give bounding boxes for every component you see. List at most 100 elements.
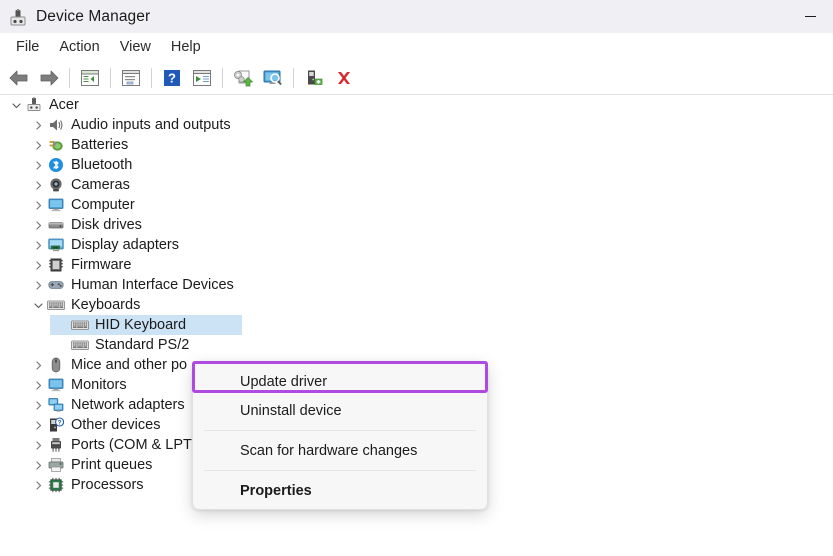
chevron-right-icon[interactable] (30, 140, 46, 150)
keyboard-icon (70, 317, 90, 333)
chevron-right-icon[interactable] (30, 360, 46, 370)
minimize-icon (804, 16, 816, 17)
chevron-down-icon[interactable] (30, 301, 46, 310)
uninstall-device-button[interactable] (329, 65, 359, 91)
chevron-right-icon[interactable] (30, 200, 46, 210)
chevron-right-icon[interactable] (30, 460, 46, 470)
menu-item-file[interactable]: File (6, 36, 49, 58)
tree-row-firmware[interactable]: Firmware (0, 255, 833, 275)
update-driver-button[interactable] (228, 65, 258, 91)
tree-item-label: Keyboards (71, 297, 141, 313)
toolbar-separator-3 (151, 67, 152, 88)
menu-item-action[interactable]: Action (49, 36, 109, 58)
device-manager-icon (8, 8, 28, 28)
disk-drive-icon (46, 217, 66, 233)
title-bar: Device Manager (0, 0, 833, 33)
tree-row-batteries[interactable]: Batteries (0, 135, 833, 155)
tree-row-audio-inputs-and-outputs[interactable]: Audio inputs and outputs (0, 115, 833, 135)
menu-item-view[interactable]: View (110, 36, 161, 58)
keyboard-icon (70, 337, 90, 353)
window-title: Device Manager (36, 7, 151, 25)
tree-row-bluetooth[interactable]: Bluetooth (0, 155, 833, 175)
tree-item-label: Firmware (71, 257, 132, 273)
back-button[interactable] (4, 65, 34, 91)
tree-row-keyboards[interactable]: Keyboards (0, 295, 833, 315)
tree-item-label: Ports (COM & LPT) (71, 437, 197, 453)
tree-item-label: Other devices (71, 417, 161, 433)
menu-bar: File Action View Help (0, 33, 833, 61)
tree-item-label: Mice and other po (71, 357, 188, 373)
tree-row-disk-drives[interactable]: Disk drives (0, 215, 833, 235)
action-menu-button[interactable] (187, 65, 217, 91)
tree-row-standard-ps-2[interactable]: Standard PS/2 (0, 335, 833, 355)
scan-monitor-icon (263, 70, 282, 85)
context-menu-item-scan-for-hardware-changes[interactable]: Scan for hardware changes (193, 436, 487, 465)
toolbar-separator-5 (293, 67, 294, 88)
chevron-right-icon[interactable] (30, 440, 46, 450)
chevron-down-icon[interactable] (8, 101, 24, 110)
context-menu-item-properties[interactable]: Properties (193, 476, 487, 505)
chevron-right-icon[interactable] (30, 480, 46, 490)
tree-row-root[interactable]: Acer (0, 95, 833, 115)
display-adapter-icon (46, 237, 66, 253)
context-menu-item-uninstall-device[interactable]: Uninstall device (193, 396, 487, 425)
tree-row-human-interface-devices[interactable]: Human Interface Devices (0, 275, 833, 295)
help-button[interactable]: ? (157, 65, 187, 91)
unknown-device-icon: ? (46, 417, 66, 433)
chevron-right-icon[interactable] (30, 160, 46, 170)
chevron-right-icon[interactable] (30, 280, 46, 290)
printer-icon (46, 457, 66, 473)
network-icon (46, 397, 66, 413)
context-menu-item-update-driver[interactable]: Update driver (193, 367, 487, 396)
tree-item-label: Processors (71, 477, 144, 493)
add-legacy-hardware-button[interactable] (299, 65, 329, 91)
bluetooth-icon (46, 157, 66, 173)
forward-button[interactable] (34, 65, 64, 91)
toolbar: ? (0, 61, 833, 94)
keyboard-icon (46, 297, 66, 313)
properties-button[interactable] (116, 65, 146, 91)
tree-row-computer[interactable]: Computer (0, 195, 833, 215)
chevron-right-icon[interactable] (30, 220, 46, 230)
battery-plug-icon (46, 137, 66, 153)
tree-row-cameras[interactable]: Cameras (0, 175, 833, 195)
tree-item-label: Print queues (71, 457, 153, 473)
update-driver-icon (234, 70, 253, 86)
chevron-right-icon[interactable] (30, 120, 46, 130)
tree-item-label: Display adapters (71, 237, 179, 253)
tree-item-label: HID Keyboard (95, 317, 187, 333)
port-icon (46, 437, 66, 453)
toolbar-separator-2 (110, 67, 111, 88)
hid-gamepad-icon (46, 277, 66, 293)
tree-root-label: Acer (49, 97, 79, 113)
tree-item-label: Computer (71, 197, 135, 213)
minimize-button[interactable] (787, 0, 833, 33)
chevron-right-icon[interactable] (30, 240, 46, 250)
processor-icon (46, 477, 66, 493)
back-arrow-icon (9, 70, 28, 85)
device-manager-window: Device Manager File Action View Help ? A… (0, 0, 833, 556)
firmware-chip-icon (46, 257, 66, 273)
tree-item-label: Disk drives (71, 217, 142, 233)
chevron-right-icon[interactable] (30, 260, 46, 270)
tree-item-label: Bluetooth (71, 157, 133, 173)
chevron-right-icon[interactable] (30, 400, 46, 410)
context-menu-separator-2 (204, 470, 476, 471)
show-hide-console-tree-button[interactable] (75, 65, 105, 91)
action-play-icon (193, 69, 211, 86)
tree-item-label: Cameras (71, 177, 130, 193)
menu-item-help[interactable]: Help (161, 36, 211, 58)
tree-item-label: Human Interface Devices (71, 277, 234, 293)
scan-hardware-changes-button[interactable] (258, 65, 288, 91)
tree-item-label: Audio inputs and outputs (71, 117, 231, 133)
tree-row-hid-keyboard[interactable]: HID Keyboard (0, 315, 833, 335)
window-controls (787, 0, 833, 33)
chevron-right-icon[interactable] (30, 420, 46, 430)
forward-arrow-icon (40, 70, 59, 85)
toolbar-separator-1 (69, 67, 70, 88)
tree-row-display-adapters[interactable]: Display adapters (0, 235, 833, 255)
chevron-right-icon[interactable] (30, 180, 46, 190)
chevron-right-icon[interactable] (30, 380, 46, 390)
camera-icon (46, 177, 66, 193)
toolbar-separator-4 (222, 67, 223, 88)
